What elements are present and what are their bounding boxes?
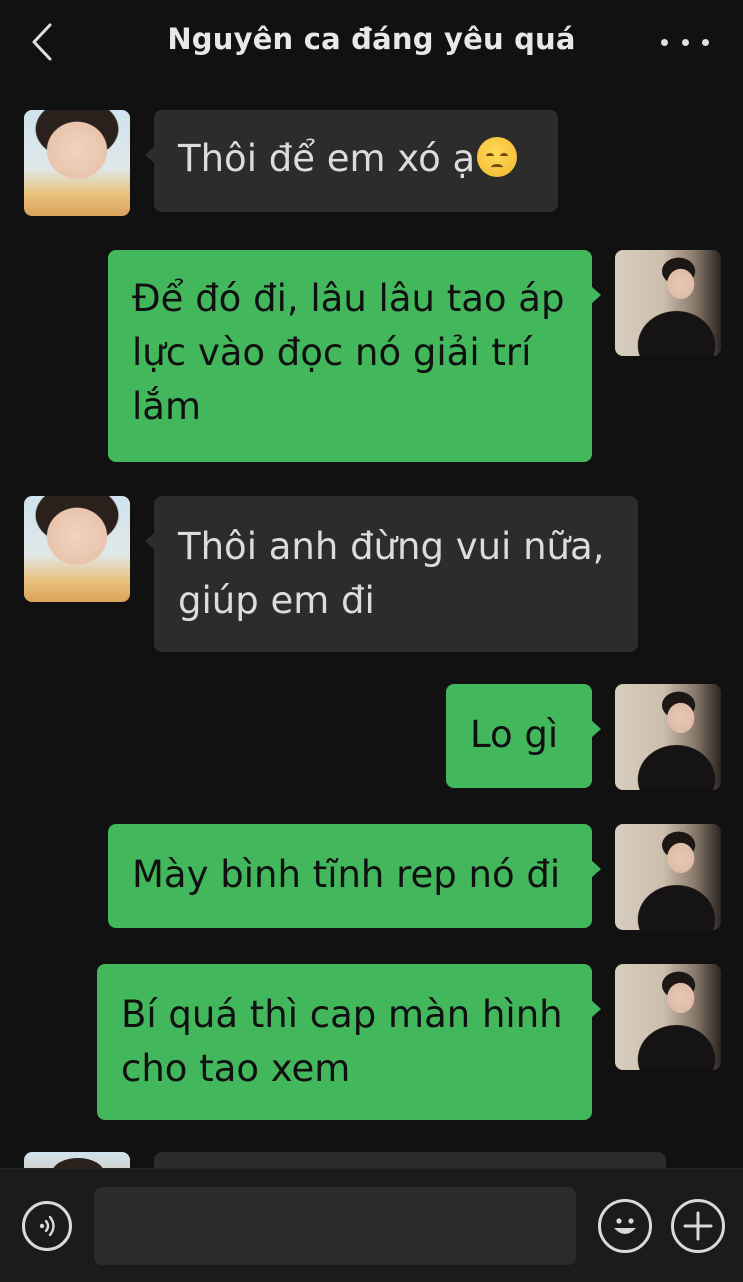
input-bar: [0, 1168, 743, 1282]
more-dots-icon[interactable]: [661, 28, 709, 56]
contact-avatar[interactable]: [24, 496, 130, 602]
voice-icon: [39, 1215, 55, 1237]
message-bubble-outgoing[interactable]: Bí quá thì cap màn hình cho tao xem: [97, 964, 601, 1120]
contact-avatar[interactable]: [24, 1152, 130, 1168]
my-avatar[interactable]: [615, 824, 721, 930]
voice-button[interactable]: [22, 1201, 72, 1251]
my-avatar[interactable]: [615, 684, 721, 790]
message-bubble-outgoing[interactable]: Lo gì: [446, 684, 601, 788]
add-button[interactable]: [671, 1199, 725, 1253]
message-bubble-outgoing[interactable]: Để đó đi, lâu lâu tao áp lực vào đọc nó …: [108, 250, 601, 462]
message-bubble-incoming[interactable]: Thôi anh đừng vui nữa, giúp em đi: [145, 496, 638, 652]
emoji-button[interactable]: [598, 1199, 652, 1253]
my-avatar[interactable]: [615, 250, 721, 356]
plus-icon: [683, 1211, 713, 1241]
message-bubble-outgoing[interactable]: Mày bình tĩnh rep nó đi: [108, 824, 601, 928]
pensive-face-emoji-icon: [477, 137, 518, 177]
message-bubble-incoming[interactable]: [154, 1152, 666, 1168]
my-avatar[interactable]: [615, 964, 721, 1070]
chat-title: Nguyên ca đáng yêu quá: [167, 22, 576, 56]
message-list[interactable]: Thôi để em xó ạ Để đó đi, lâu lâu tao áp…: [0, 86, 743, 1168]
chat-header: Nguyên ca đáng yêu quá: [0, 0, 743, 86]
message-bubble-incoming[interactable]: Thôi để em xó ạ: [145, 110, 558, 212]
message-text: Thôi để em xó ạ: [178, 137, 476, 180]
smiley-icon: [614, 1218, 636, 1234]
contact-avatar[interactable]: [24, 110, 130, 216]
message-input[interactable]: [94, 1187, 576, 1265]
